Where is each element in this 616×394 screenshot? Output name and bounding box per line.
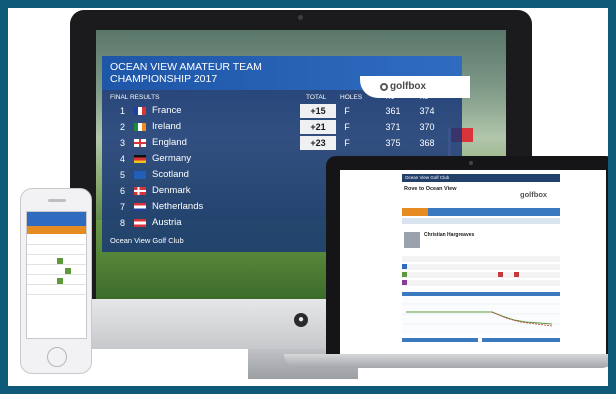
phone-tab-bar[interactable]: [27, 226, 86, 234]
row-rank: 2: [120, 122, 126, 132]
column-r1: R1: [386, 94, 395, 101]
scorecard-row: [402, 272, 560, 278]
row-country: Ireland: [152, 121, 182, 132]
laptop-page-header: Rove to Ocean View golfbox: [402, 184, 560, 206]
row-holes: F: [344, 106, 350, 116]
leaderboard-title: OCEAN VIEW AMATEUR TEAM CHAMPIONSHIP 201…: [110, 61, 262, 85]
avatar: [404, 232, 420, 248]
laptop-panel-left: [402, 338, 478, 354]
laptop-screen: Ocean View Golf Club Rove to Ocean View …: [340, 170, 606, 354]
leaderboard-row[interactable]: 3 England +23 F 375 368: [102, 136, 462, 150]
row-country: England: [152, 137, 187, 148]
phone-list-item[interactable]: [27, 266, 86, 275]
laptop: Ocean View Golf Club Rove to Ocean View …: [326, 156, 608, 356]
row-total: +15: [300, 104, 336, 118]
row-rank: 3: [120, 138, 126, 148]
phone-screen: [26, 211, 87, 339]
row-rank: 1: [120, 106, 126, 116]
score-cell: [514, 272, 519, 277]
leaderboard-row[interactable]: 1 France +15 F 361 374: [102, 104, 462, 118]
row-rank: 8: [120, 218, 126, 228]
tab-active[interactable]: [402, 208, 428, 216]
austria-flag-icon: [134, 219, 146, 227]
row-country: Denmark: [152, 185, 191, 196]
promo-frame: OCEAN VIEW AMATEUR TEAM CHAMPIONSHIP 201…: [8, 8, 608, 386]
column-total: TOTAL: [306, 94, 327, 101]
camera-icon: [298, 15, 303, 20]
phone-speaker-icon: [48, 199, 66, 202]
score-cell: [57, 258, 63, 264]
row-total: +23: [300, 136, 336, 150]
scorecard-row: [402, 280, 560, 286]
row-rank: 7: [120, 202, 126, 212]
row-total: +21: [300, 120, 336, 134]
score-cell: [57, 278, 63, 284]
scotland-flag-icon: [134, 171, 146, 179]
phone-list-item[interactable]: [27, 246, 86, 255]
score-cell: [402, 272, 407, 277]
denmark-flag-icon: [134, 187, 146, 195]
ireland-flag-icon: [134, 123, 146, 131]
laptop-sub-tabs[interactable]: [402, 218, 560, 224]
laptop-base: [284, 354, 608, 368]
score-cell: [65, 268, 71, 274]
row-r2: 370: [419, 122, 435, 132]
row-r1: 375: [385, 138, 401, 148]
laptop-camera-icon: [469, 161, 473, 165]
laptop-page-title: Rove to Ocean View: [404, 186, 457, 192]
row-rank: 5: [120, 170, 126, 180]
scorecard-row: [402, 264, 560, 270]
laptop-tab-bar[interactable]: [402, 208, 560, 216]
row-holes: F: [344, 122, 350, 132]
home-button[interactable]: [47, 347, 67, 367]
laptop-panel-right: [482, 338, 560, 354]
phone-list-item[interactable]: [27, 286, 86, 295]
golfbox-logo: golfbox: [360, 76, 470, 98]
laptop-golfbox-logo: golfbox: [520, 190, 548, 199]
apple-logo-icon: ●: [294, 313, 308, 327]
row-rank: 4: [120, 154, 126, 164]
column-r2: R2: [420, 94, 429, 101]
progress-chart-svg: [402, 303, 560, 327]
score-cell: [402, 264, 407, 269]
row-country: Germany: [152, 153, 192, 164]
leaderboard-row[interactable]: 2 Ireland +21 F 371 370: [102, 120, 462, 134]
row-holes: F: [344, 138, 350, 148]
golfbox-logo-text: golfbox: [390, 81, 427, 92]
row-country: France: [152, 105, 182, 116]
row-country: Scotland: [152, 169, 189, 180]
row-rank: 6: [120, 186, 126, 196]
laptop-bar-text: Ocean View Golf Club: [405, 175, 450, 180]
scorecard: [402, 256, 560, 288]
row-r2: 374: [419, 106, 435, 116]
golfbox-logo-icon: [380, 83, 388, 91]
player-card: Christian Hargreaves: [402, 230, 560, 252]
score-cell: [498, 272, 503, 277]
row-r1: 361: [385, 106, 401, 116]
laptop-top-bar: Ocean View Golf Club: [402, 174, 560, 182]
netherlands-flag-icon: [134, 203, 146, 211]
row-country: Austria: [152, 217, 182, 228]
phone-list-item[interactable]: [27, 236, 86, 245]
column-holes: HOLES: [340, 94, 363, 101]
france-flag-icon: [134, 107, 146, 115]
smartphone: [20, 188, 92, 374]
england-flag-icon: [134, 139, 146, 147]
player-name: Christian Hargreaves: [424, 232, 475, 238]
club-name: Ocean View Golf Club: [110, 236, 184, 245]
row-country: Netherlands: [152, 201, 204, 212]
row-r2: 368: [419, 138, 435, 148]
progress-chart: [402, 292, 560, 334]
phone-header: [27, 212, 86, 226]
scorecard-row: [402, 256, 560, 262]
row-r1: 371: [385, 122, 401, 132]
section-label: FINAL RESULTS: [110, 94, 160, 101]
germany-flag-icon: [134, 155, 146, 163]
score-cell: [402, 280, 407, 285]
